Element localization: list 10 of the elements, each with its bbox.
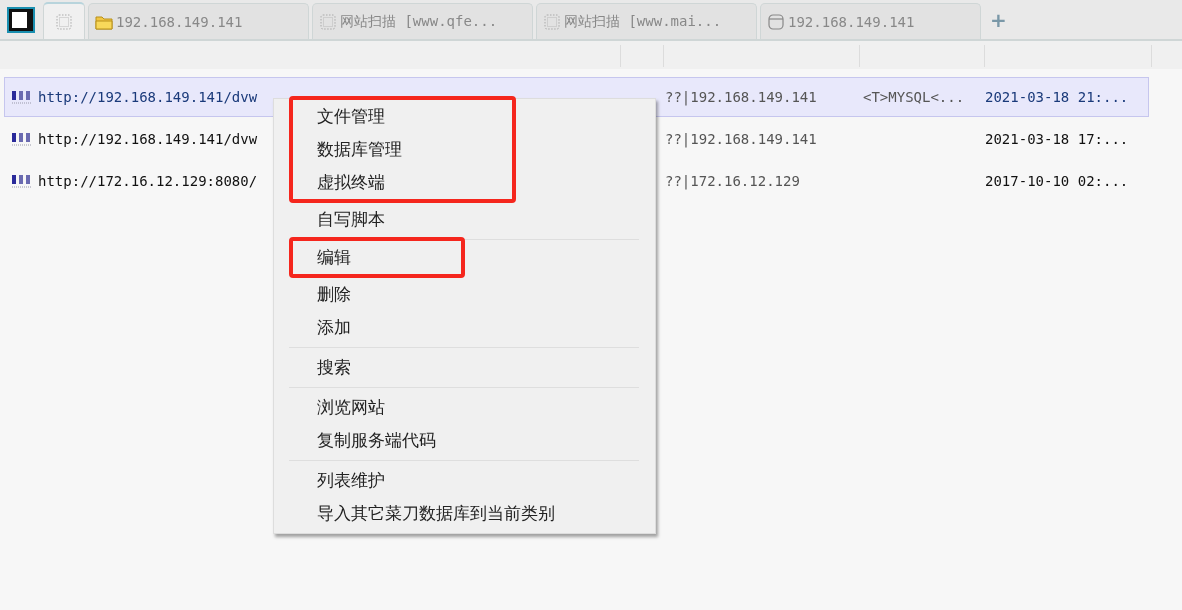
table-cell-text: <T>MYSQL<...: [863, 89, 966, 105]
url-text: http://172.16.12.129:8080/: [38, 173, 258, 189]
table-cell-text: ??|172.16.12.129: [665, 173, 801, 189]
table-cell-text: 2021-03-18 21:...: [985, 89, 1130, 105]
url-text: http://192.168.149.141/dvw: [38, 131, 258, 147]
table-cell-text: ??|192.168.149.141: [665, 131, 818, 147]
url-text: http://192.168.149.141/dvw: [38, 89, 258, 105]
table-cell-text: ??|192.168.149.141: [665, 89, 818, 105]
table-cell-text: 2017-10-10 02:...: [985, 173, 1130, 189]
table-cell-text: 2021-03-18 17:...: [985, 131, 1130, 147]
